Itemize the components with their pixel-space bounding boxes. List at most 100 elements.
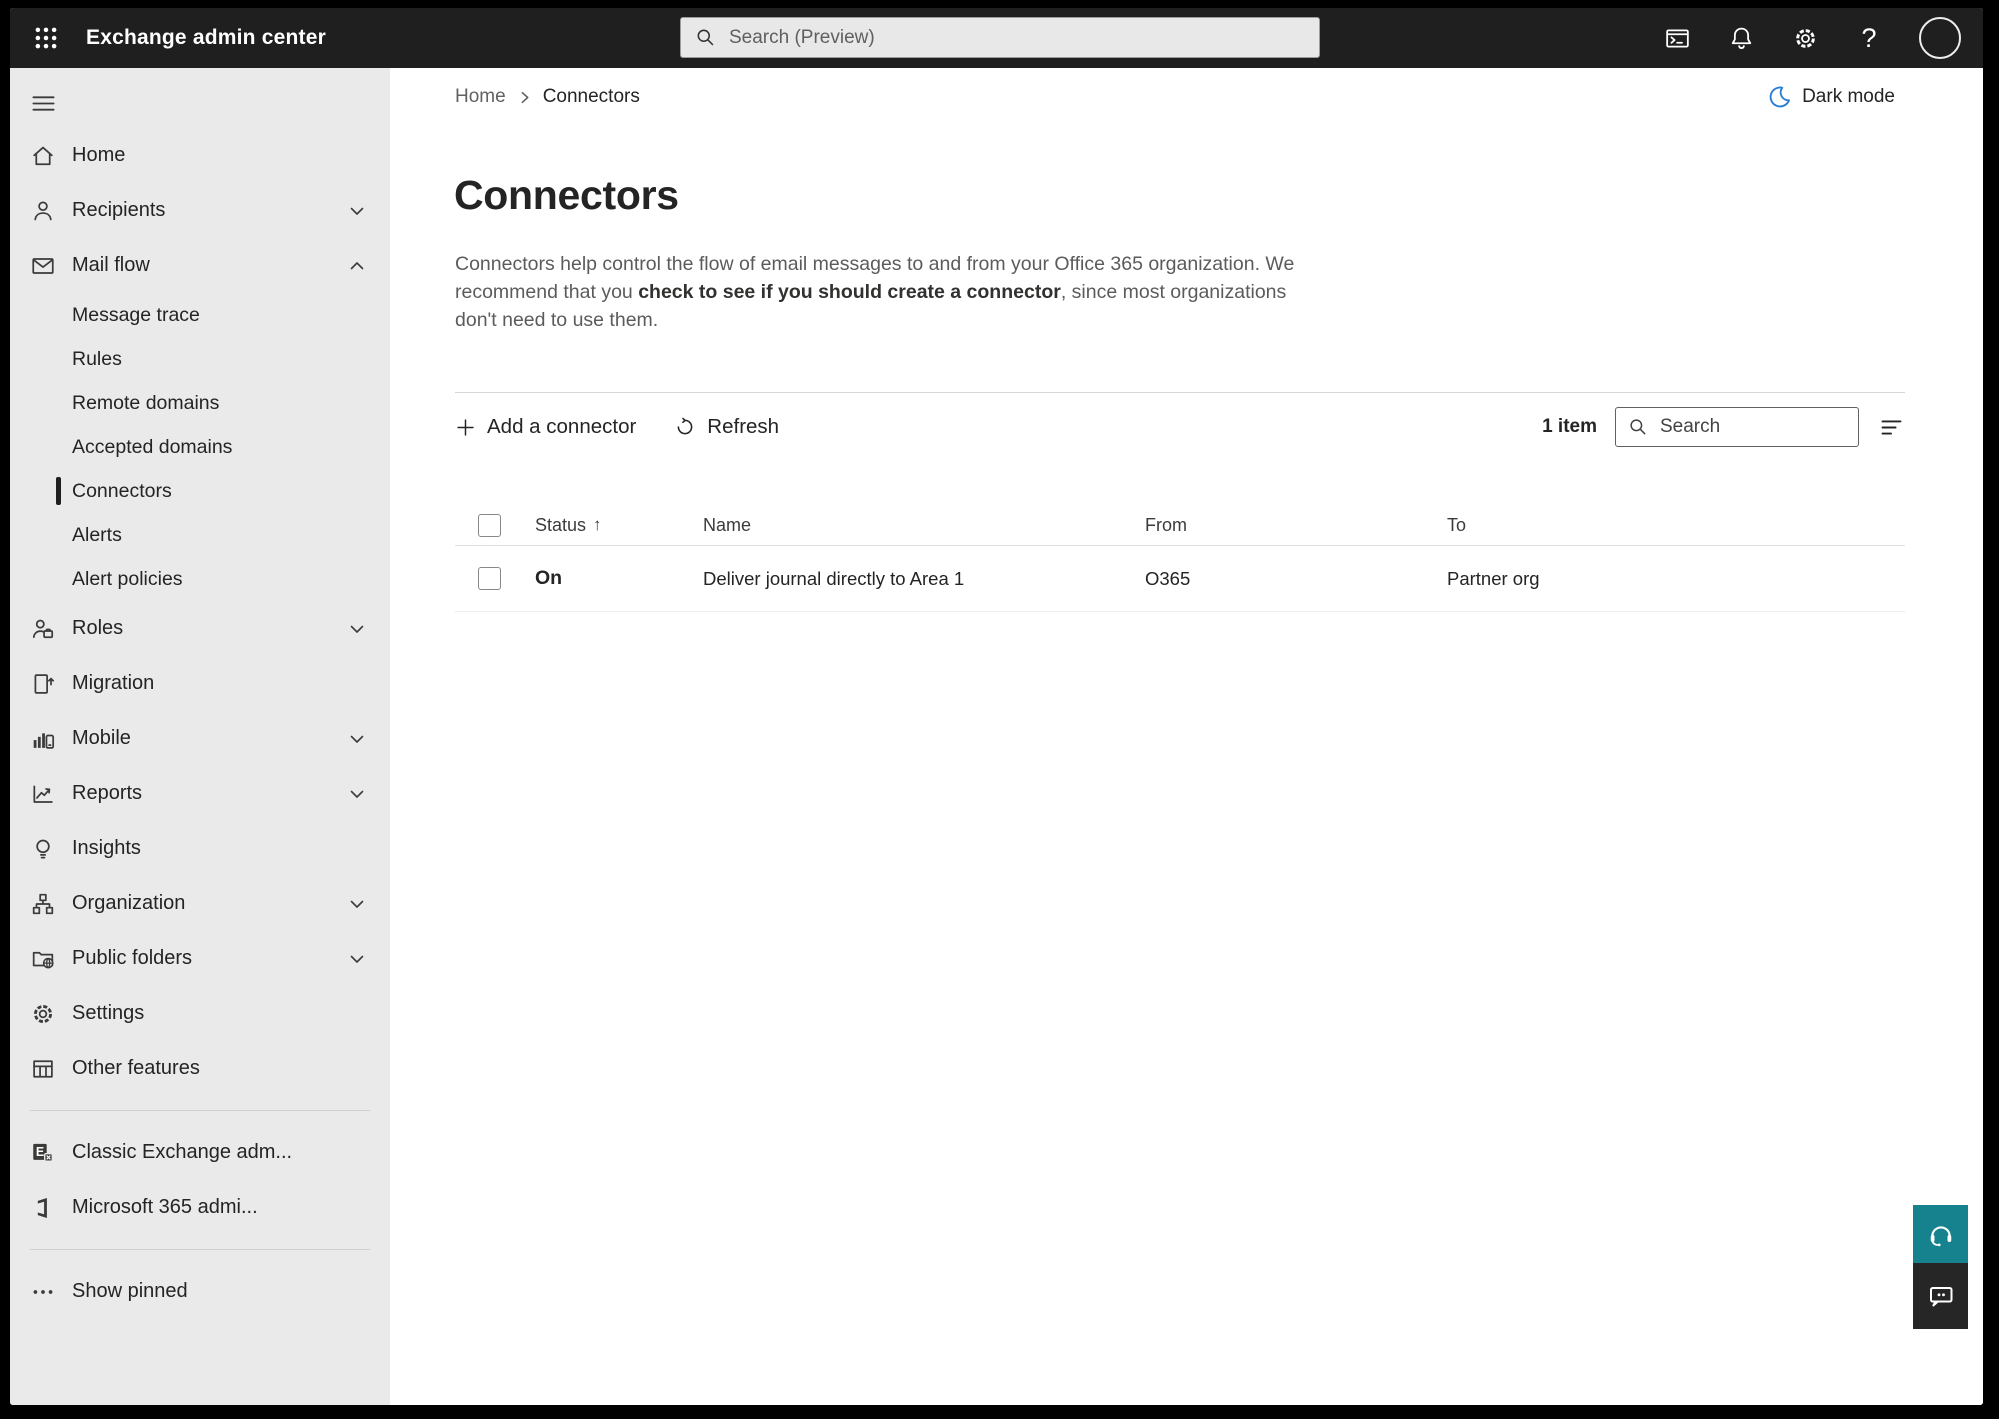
sidebar-item-label: Migration (72, 672, 155, 694)
hamburger-icon (32, 95, 55, 111)
sidebar-item-classic-exchange-admin[interactable]: E Classic Exchange adm... (10, 1125, 390, 1180)
headset-icon (1930, 1226, 1951, 1247)
filter-button[interactable] (1877, 413, 1905, 441)
sidebar-item-microsoft-365-admin[interactable]: Microsoft 365 admi... (10, 1180, 390, 1235)
row-status: On (535, 567, 563, 589)
sidebar-item-label: Message trace (72, 303, 200, 326)
refresh-label: Refresh (707, 415, 780, 438)
help-button[interactable]: ? (1855, 22, 1883, 53)
sidebar-item-show-pinned[interactable]: Show pinned (10, 1264, 390, 1319)
sidebar-item-label: Mobile (72, 727, 131, 749)
sidebar-item-alerts[interactable]: Alerts (10, 513, 390, 557)
sidebar-item-label: Rules (72, 347, 122, 370)
breadcrumb-chevron-icon (521, 91, 529, 103)
sidebar-item-rules[interactable]: Rules (10, 337, 390, 381)
sidebar-item-label: Insights (72, 837, 141, 859)
sidebar-item-mail-flow[interactable]: Mail flow (10, 238, 390, 293)
ellipsis-icon (33, 1289, 53, 1294)
sidebar-item-label: Roles (72, 617, 124, 639)
chevron-down-icon (350, 625, 364, 633)
folder-globe-icon (32, 951, 54, 968)
app-launcher-button[interactable] (24, 16, 68, 60)
sidebar-item-roles[interactable]: Roles (10, 601, 390, 656)
row-name-link[interactable]: Deliver journal directly to Area 1 (703, 568, 1145, 590)
feedback-button[interactable] (1913, 1263, 1968, 1329)
app-launcher-icon (35, 27, 57, 49)
row-checkbox[interactable] (478, 567, 501, 590)
sidebar-item-label: Mail flow (72, 254, 150, 276)
sidebar-item-recipients[interactable]: Recipients (10, 183, 390, 238)
sidebar-item-home[interactable]: Home (10, 128, 390, 183)
sidebar-item-settings[interactable]: Settings (10, 986, 390, 1041)
select-all-checkbox[interactable] (478, 513, 501, 537)
sidebar-item-label: Alerts (72, 523, 122, 546)
page-description: Connectors help control the flow of emai… (455, 250, 1297, 334)
sidebar-item-connectors[interactable]: Connectors (10, 469, 390, 513)
exchange-logo-icon: E (33, 1143, 54, 1162)
item-count: 1 item (1542, 416, 1597, 437)
sidebar-item-label: Reports (72, 782, 143, 804)
global-search-box[interactable] (680, 17, 1320, 58)
table-row[interactable]: On Deliver journal directly to Area 1 O3… (455, 546, 1905, 612)
chart-phone-icon (33, 732, 55, 749)
svg-text:E: E (36, 1145, 44, 1159)
list-search-box[interactable] (1615, 407, 1859, 447)
description-bold-text: check to see if you should create a conn… (638, 281, 1061, 303)
settings-button[interactable] (1791, 24, 1819, 52)
top-bar: Exchange admin center Search (Preview) ? (10, 8, 1983, 68)
sidebar-item-remote-domains[interactable]: Remote domains (10, 381, 390, 425)
sidebar-item-label: Classic Exchange adm... (72, 1141, 293, 1163)
refresh-button[interactable]: Refresh (674, 415, 779, 439)
sidebar-item-accepted-domains[interactable]: Accepted domains (10, 425, 390, 469)
sidebar-item-insights[interactable]: Insights (10, 821, 390, 876)
main-content: Home Connectors Dark mode Connectors Con… (390, 68, 1983, 1405)
breadcrumb-home-link[interactable]: Home (455, 86, 506, 108)
chevron-down-icon (350, 735, 364, 743)
person-icon (34, 200, 52, 220)
sidebar-item-message-trace[interactable]: Message trace (10, 293, 390, 337)
feedback-bubble-icon (1929, 1286, 1952, 1307)
sidebar-item-public-folders[interactable]: Public folders (10, 931, 390, 986)
column-header-name[interactable]: Name (703, 515, 1145, 536)
sidebar-item-label: Recipients (72, 199, 166, 221)
sidebar-item-label: Microsoft 365 admi... (72, 1196, 258, 1218)
dark-mode-toggle[interactable]: Dark mode (1767, 84, 1895, 109)
refresh-icon (677, 417, 693, 435)
sidebar-item-label: Connectors (72, 479, 172, 502)
sidebar-item-reports[interactable]: Reports (10, 766, 390, 821)
line-chart-icon (33, 785, 53, 803)
terminal-icon (1665, 29, 1689, 47)
sidebar-item-other-features[interactable]: Other features (10, 1041, 390, 1096)
column-header-to[interactable]: To (1447, 515, 1905, 536)
row-from: O365 (1145, 567, 1191, 589)
sidebar-divider (30, 1110, 370, 1111)
cloud-shell-button[interactable] (1663, 24, 1691, 52)
notifications-button[interactable] (1727, 24, 1755, 52)
sidebar-item-mobile[interactable]: Mobile (10, 711, 390, 766)
dark-mode-label: Dark mode (1802, 85, 1895, 107)
sidebar-item-label: Organization (72, 892, 186, 914)
sidebar-item-alert-policies[interactable]: Alert policies (10, 557, 390, 601)
add-connector-button[interactable]: Add a connector (455, 415, 636, 439)
mail-icon (32, 257, 54, 274)
sidebar-item-migration[interactable]: Migration (10, 656, 390, 711)
global-search-input[interactable] (727, 25, 1306, 50)
help-icon: ? (1861, 22, 1877, 53)
document-arrow-icon (34, 673, 55, 694)
search-icon (1630, 419, 1646, 435)
person-badge-icon (32, 619, 54, 638)
list-search-input[interactable] (1658, 415, 1847, 439)
sidebar-item-label: Remote domains (72, 391, 220, 414)
plus-icon (457, 418, 474, 436)
sidebar-item-organization[interactable]: Organization (10, 876, 390, 931)
org-chart-icon (32, 893, 54, 914)
collapse-nav-button[interactable] (30, 90, 60, 116)
column-header-status[interactable]: Status ↑ (535, 515, 703, 536)
column-header-from[interactable]: From (1145, 515, 1447, 536)
chevron-up-icon (350, 261, 364, 269)
sidebar-item-label: Other features (72, 1057, 200, 1079)
breadcrumb-current: Connectors (542, 86, 640, 107)
support-button[interactable] (1913, 1205, 1968, 1263)
sidebar-item-label: Home (72, 144, 126, 166)
account-avatar[interactable] (1919, 17, 1961, 59)
